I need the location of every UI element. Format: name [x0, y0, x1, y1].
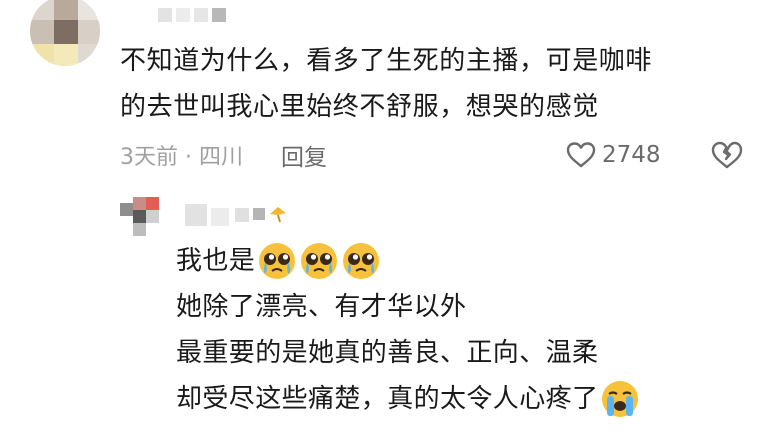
like-button[interactable]: 2748 — [566, 138, 661, 172]
commenter-avatar[interactable] — [30, 0, 100, 66]
like-count: 2748 — [602, 142, 661, 168]
pleading-face-emoji — [259, 243, 296, 279]
replier-avatar[interactable] — [120, 197, 160, 237]
reply-line: 最重要的是她真的善良、正向、温柔 — [176, 338, 599, 368]
reply-button[interactable]: 回复 — [281, 138, 327, 172]
comment-time-location: 3天前 · 四川 — [120, 145, 243, 170]
dislike-button[interactable] — [710, 138, 744, 172]
broken-heart-icon — [711, 141, 743, 169]
comment-line: 的去世叫我心里始终不舒服，想哭的感觉 — [120, 92, 599, 122]
pleading-face-emoji — [301, 243, 338, 279]
next-comment-hint — [572, 432, 612, 440]
comment-meta: 3天前 · 四川 回复 — [120, 138, 327, 172]
reply-line: 我也是 — [176, 246, 256, 276]
author-badge-icon — [270, 207, 286, 223]
reply-line: 却受尽这些痛楚，真的太令人心疼了 — [176, 384, 599, 414]
comment-line: 不知道为什么，看多了生死的主播，可是咖啡 — [120, 46, 653, 76]
reply-body: 我也是 她除了漂亮、有才华以外 最重要的是她真的善良、正向、温柔 却受尽这些痛楚… — [176, 238, 736, 422]
heart-outline-icon — [566, 142, 596, 168]
reply-line: 她除了漂亮、有才华以外 — [176, 292, 467, 322]
pleading-face-emoji — [343, 243, 380, 279]
comment-screen: 不知道为什么，看多了生死的主播，可是咖啡 的去世叫我心里始终不舒服，想哭的感觉 … — [0, 0, 778, 440]
loudly-crying-face-emoji — [602, 381, 639, 417]
comment-body: 不知道为什么，看多了生死的主播，可是咖啡 的去世叫我心里始终不舒服，想哭的感觉 — [120, 38, 740, 130]
